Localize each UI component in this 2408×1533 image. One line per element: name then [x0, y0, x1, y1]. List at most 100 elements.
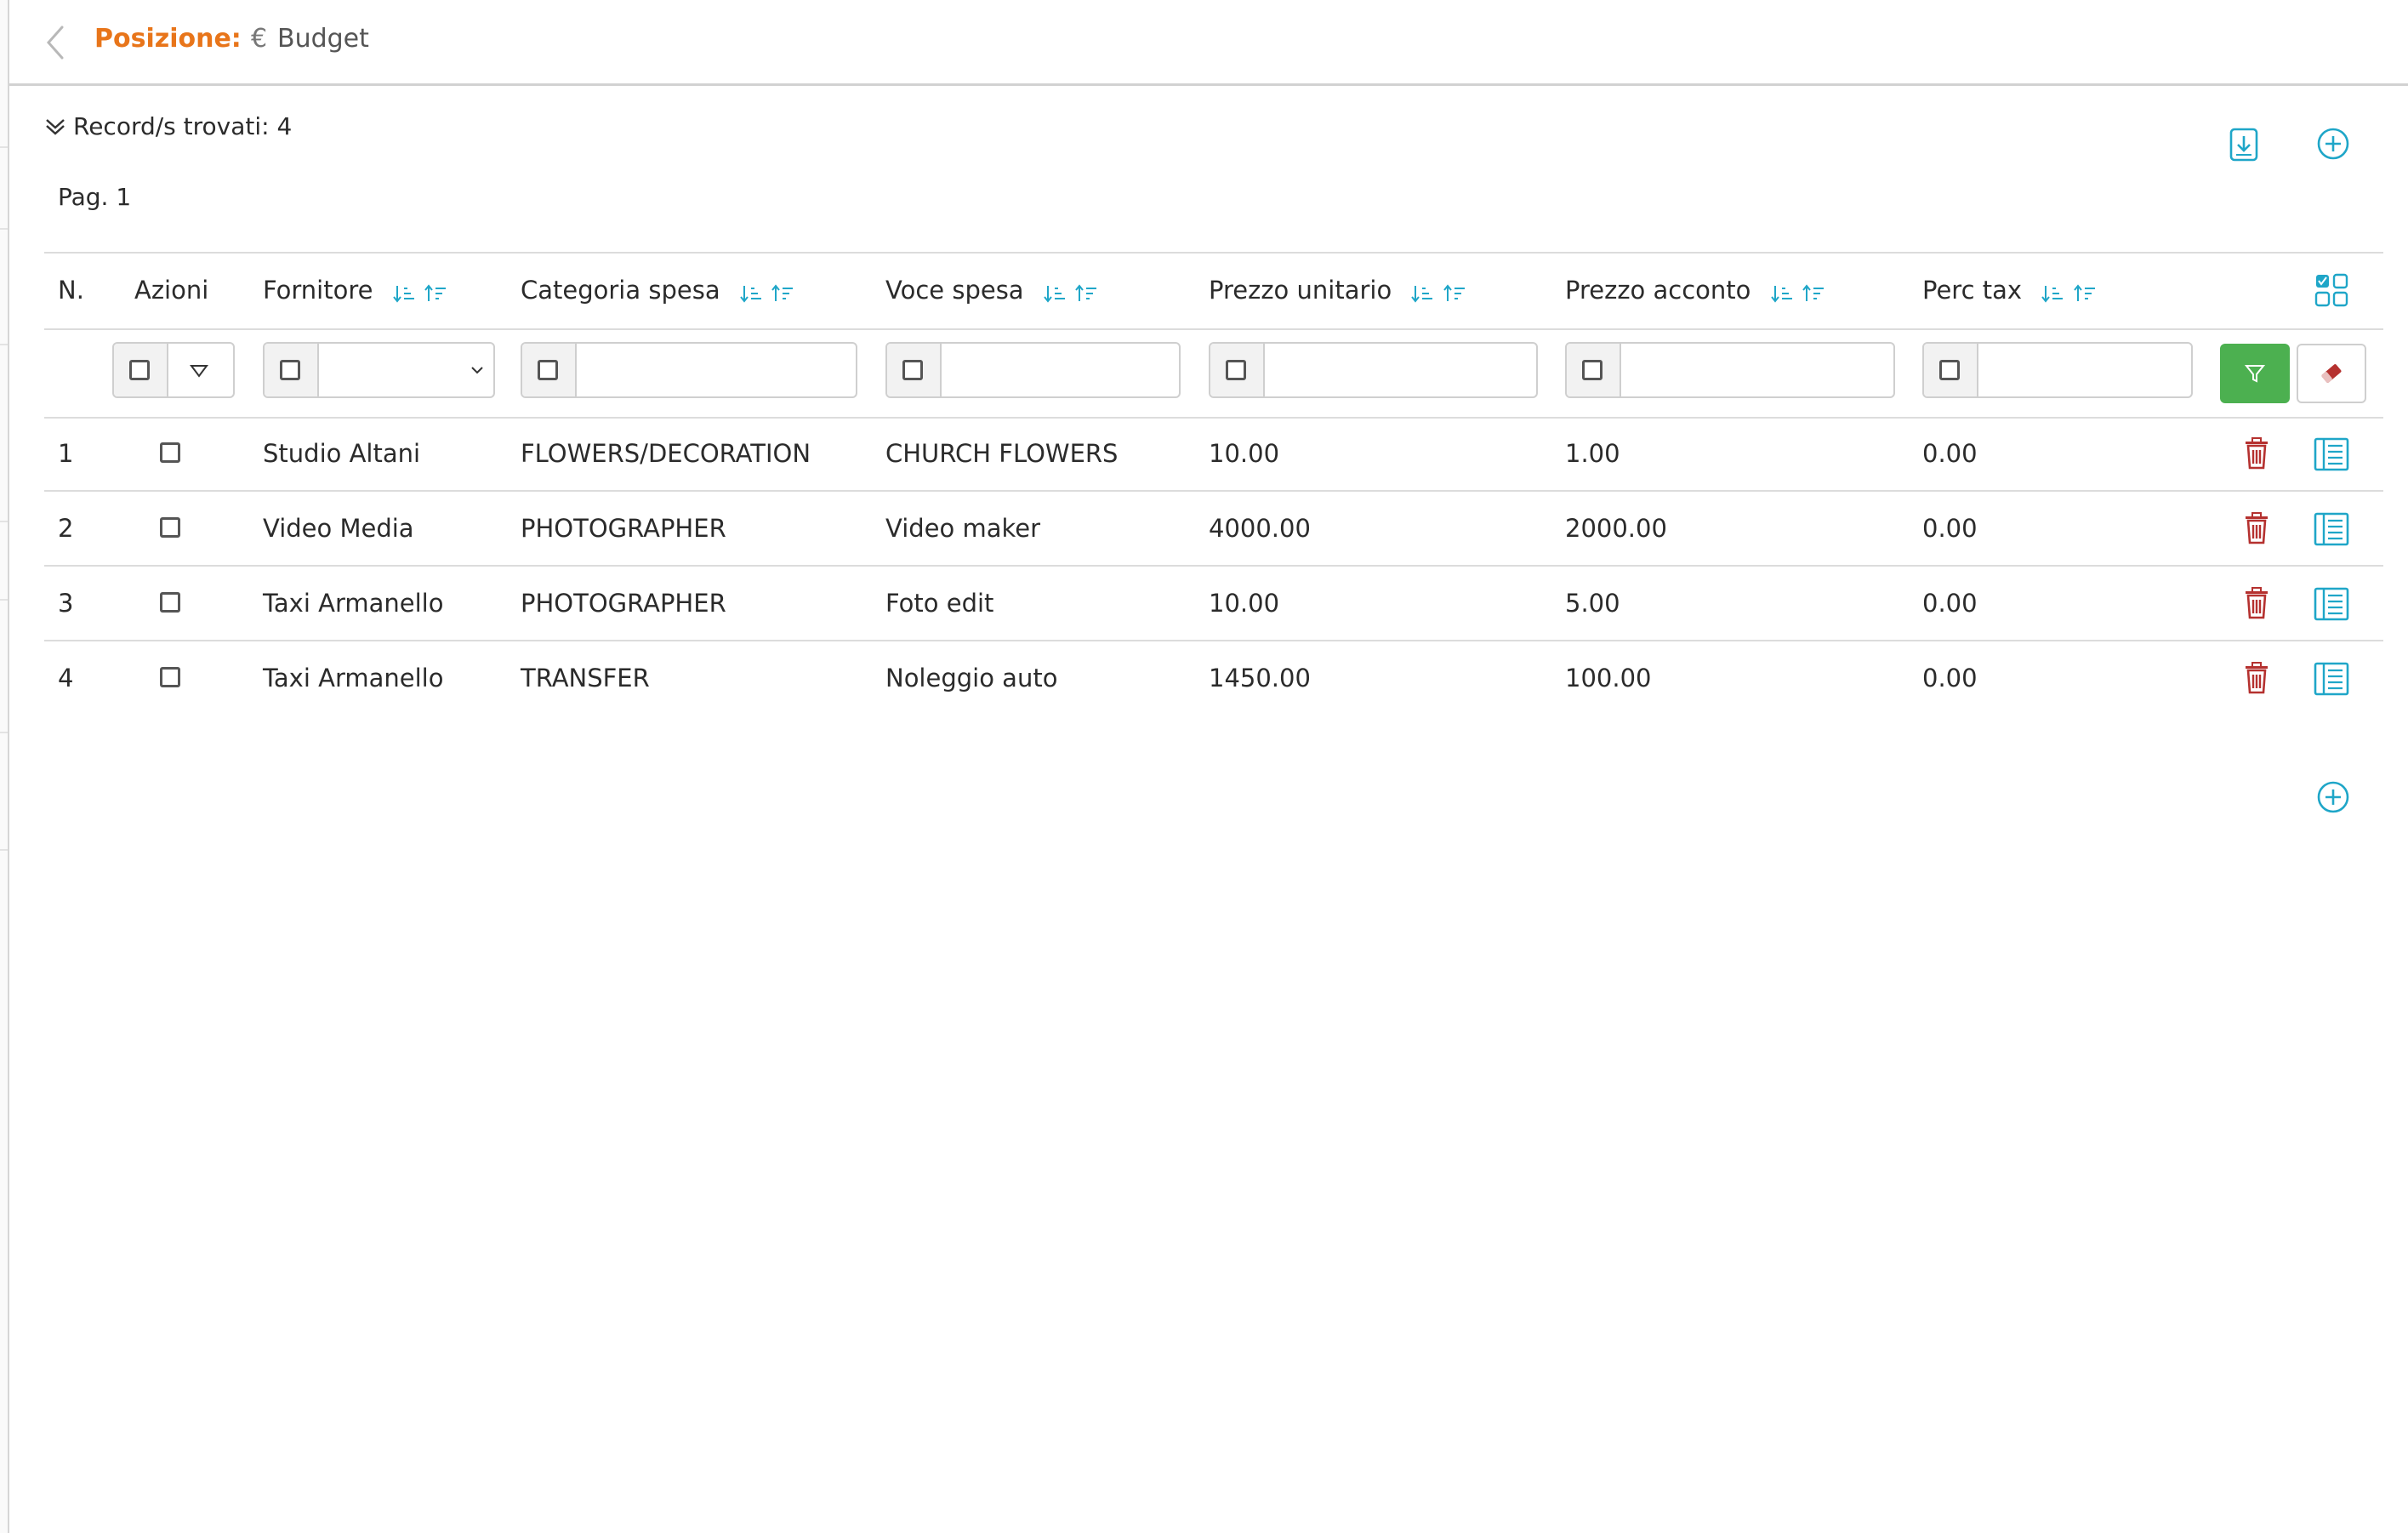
sort-ascending-icon[interactable] — [1075, 283, 1099, 304]
cell-fornitore: Taxi Armanello — [263, 589, 444, 618]
row-select-checkbox[interactable] — [160, 442, 180, 463]
add-row-button[interactable] — [2315, 779, 2351, 818]
table-row: 2 Video Media PHOTOGRAPHER Video maker 4… — [44, 492, 2383, 567]
voce-filter-checkbox[interactable] — [902, 360, 923, 380]
row-select-checkbox[interactable] — [160, 517, 180, 538]
left-rail — [0, 0, 9, 1533]
delete-row-button[interactable] — [2244, 587, 2269, 623]
filter-toggle-area — [1924, 344, 1978, 396]
rail-divider — [0, 521, 8, 522]
prezzo-unitario-filter-checkbox[interactable] — [1226, 360, 1246, 380]
list-detail-icon — [2314, 437, 2349, 471]
column-header-label: Categoria spesa — [521, 276, 720, 305]
row-number: 2 — [58, 514, 74, 543]
select-all-checkbox[interactable] — [129, 360, 150, 380]
sort-ascending-icon[interactable] — [424, 283, 448, 304]
cell-prezzo-unitario: 10.00 — [1209, 439, 1280, 468]
prezzo-acconto-filter-checkbox[interactable] — [1582, 360, 1602, 380]
plus-circle-icon — [2317, 128, 2349, 160]
column-header-label: Voce spesa — [885, 276, 1024, 305]
perc-tax-filter-input[interactable] — [1978, 344, 2191, 396]
sort-descending-icon[interactable] — [740, 283, 764, 304]
row-select-checkbox[interactable] — [160, 667, 180, 687]
perc-tax-filter-checkbox[interactable] — [1939, 360, 1960, 380]
sort-ascending-icon[interactable] — [771, 283, 795, 304]
sort-descending-icon[interactable] — [1770, 283, 1795, 304]
delete-row-button[interactable] — [2244, 437, 2269, 473]
detail-row-button[interactable] — [2314, 587, 2349, 624]
caret-down-icon — [190, 365, 208, 378]
column-header-voce-spesa: Voce spesa — [885, 276, 1099, 306]
sort-descending-icon[interactable] — [392, 283, 417, 304]
cell-prezzo-unitario: 4000.00 — [1209, 514, 1311, 543]
clear-filter-button[interactable] — [2297, 344, 2366, 403]
sort-ascending-icon[interactable] — [1802, 283, 1826, 304]
prezzo-unitario-filter-input[interactable] — [1265, 344, 1536, 396]
funnel-icon — [2244, 365, 2266, 383]
cell-perc-tax: 0.00 — [1922, 439, 1978, 468]
add-record-button[interactable] — [2315, 126, 2351, 165]
categoria-filter-checkbox[interactable] — [538, 360, 558, 380]
cell-perc-tax: 0.00 — [1922, 664, 1978, 692]
perc-tax-filter — [1922, 342, 2193, 398]
delete-row-button[interactable] — [2244, 662, 2269, 698]
sort-descending-icon[interactable] — [1044, 283, 1067, 304]
apply-filter-button[interactable] — [2220, 344, 2290, 403]
sort-ascending-icon[interactable] — [1443, 283, 1467, 304]
cell-categoria: TRANSFER — [521, 664, 650, 692]
voce-filter-input[interactable] — [942, 344, 1179, 396]
detail-row-button[interactable] — [2314, 662, 2349, 699]
filter-toggle-area — [265, 344, 319, 396]
prezzo-acconto-filter-input[interactable] — [1621, 344, 1893, 396]
prezzo-unitario-filter — [1209, 342, 1538, 398]
column-header-label: Perc tax — [1922, 276, 2023, 305]
sort-ascending-icon[interactable] — [2073, 283, 2098, 304]
fornitore-filter-checkbox[interactable] — [280, 360, 300, 380]
eraser-icon — [2321, 364, 2342, 383]
filter-row — [44, 327, 2383, 419]
fornitore-select[interactable] — [319, 344, 493, 396]
sort-descending-icon[interactable] — [1411, 283, 1435, 304]
column-selector-button[interactable] — [2314, 272, 2349, 311]
actions-filter — [112, 342, 235, 398]
plus-circle-icon — [2317, 781, 2349, 813]
sort-controls — [392, 277, 448, 306]
export-button[interactable] — [2227, 126, 2261, 167]
cell-prezzo-acconto: 2000.00 — [1565, 514, 1667, 543]
cell-voce: Video maker — [885, 514, 1041, 543]
records-found-toggle[interactable]: Record/s trovati: 4 — [44, 112, 292, 140]
list-detail-icon — [2314, 662, 2349, 696]
categoria-filter-input[interactable] — [577, 344, 856, 396]
rail-divider — [0, 228, 8, 230]
trash-icon — [2246, 662, 2268, 694]
filter-toggle-area — [1567, 344, 1621, 396]
actions-dropdown-button[interactable] — [189, 362, 209, 383]
sort-controls — [1044, 277, 1099, 306]
voce-filter — [885, 342, 1181, 398]
row-number: 4 — [58, 664, 74, 692]
double-chevron-down-icon — [46, 118, 65, 135]
back-button[interactable] — [38, 22, 72, 63]
select-all-area — [114, 344, 168, 396]
sort-descending-icon[interactable] — [2041, 283, 2065, 304]
column-header-fornitore: Fornitore — [263, 276, 448, 306]
cell-categoria: PHOTOGRAPHER — [521, 514, 726, 543]
cell-voce: Noleggio auto — [885, 664, 1058, 692]
cell-perc-tax: 0.00 — [1922, 589, 1978, 618]
column-header-perc-tax: Perc tax — [1922, 276, 2098, 306]
column-header-label: Prezzo unitario — [1209, 276, 1392, 305]
column-header-prezzo-unitario: Prezzo unitario — [1209, 276, 1467, 306]
detail-row-button[interactable] — [2314, 512, 2349, 550]
cell-prezzo-acconto: 5.00 — [1565, 589, 1620, 618]
cell-perc-tax: 0.00 — [1922, 514, 1978, 543]
rail-divider — [0, 849, 8, 851]
delete-row-button[interactable] — [2244, 512, 2269, 548]
column-header-azioni: Azioni — [134, 276, 209, 305]
row-number: 3 — [58, 589, 74, 618]
column-header-label: Prezzo acconto — [1565, 276, 1751, 305]
cell-voce: Foto edit — [885, 589, 994, 618]
list-detail-icon — [2314, 512, 2349, 546]
row-select-checkbox[interactable] — [160, 592, 180, 613]
column-header-prezzo-acconto: Prezzo acconto — [1565, 276, 1826, 306]
detail-row-button[interactable] — [2314, 437, 2349, 475]
